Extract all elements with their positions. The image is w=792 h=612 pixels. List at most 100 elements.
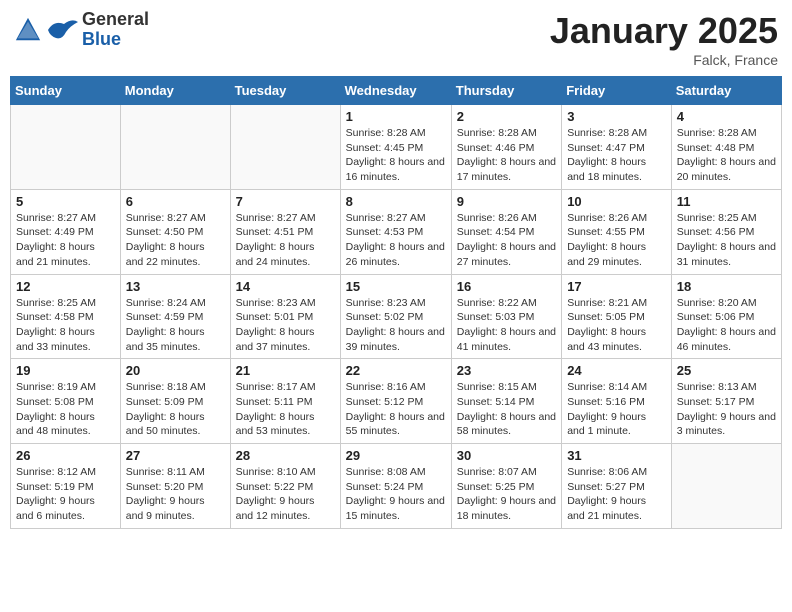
- calendar-week-row: 1Sunrise: 8:28 AM Sunset: 4:45 PM Daylig…: [11, 105, 782, 190]
- calendar-cell: 6 Sunrise: 8:27 AM Sunset: 4:50 PM Daylig…: [120, 189, 230, 274]
- calendar-cell: 9 Sunrise: 8:26 AM Sunset: 4:54 PM Daylig…: [451, 189, 561, 274]
- calendar-cell: 14 Sunrise: 8:23 AM Sunset: 5:01 PM Dayli…: [230, 274, 340, 359]
- day-header-thursday: Thursday: [451, 77, 561, 105]
- day-info: Sunrise: 8:12 AM Sunset: 5:19 PM Dayligh…: [16, 465, 115, 524]
- day-info: Sunrise: 8:19 AM Sunset: 5:08 PM Dayligh…: [16, 380, 115, 439]
- day-header-wednesday: Wednesday: [340, 77, 451, 105]
- day-info: Sunrise: 8:13 AM Sunset: 5:17 PM Dayligh…: [677, 380, 776, 439]
- day-number: 7: [236, 194, 335, 209]
- day-number: 9: [457, 194, 556, 209]
- calendar-week-row: 19 Sunrise: 8:19 AM Sunset: 5:08 PM Dayli…: [11, 359, 782, 444]
- day-info: Sunrise: 8:17 AM Sunset: 5:11 PM Dayligh…: [236, 380, 335, 439]
- day-info: Sunrise: 8:28 AM Sunset: 4:48 PM Dayligh…: [677, 126, 776, 185]
- day-info: Sunrise: 8:24 AM Sunset: 4:59 PM Dayligh…: [126, 296, 225, 355]
- page-header: General Blue January 2025 Falck, France: [10, 10, 782, 68]
- calendar-cell: 21 Sunrise: 8:17 AM Sunset: 5:11 PM Dayli…: [230, 359, 340, 444]
- day-number: 3: [567, 109, 666, 124]
- calendar-cell: 31 Sunrise: 8:06 AM Sunset: 5:27 PM Dayli…: [562, 444, 672, 529]
- day-info: Sunrise: 8:14 AM Sunset: 5:16 PM Dayligh…: [567, 380, 666, 439]
- calendar-cell: 25 Sunrise: 8:13 AM Sunset: 5:17 PM Dayli…: [671, 359, 781, 444]
- day-info: Sunrise: 8:11 AM Sunset: 5:20 PM Dayligh…: [126, 465, 225, 524]
- day-number: 23: [457, 363, 556, 378]
- day-number: 27: [126, 448, 225, 463]
- day-number: 25: [677, 363, 776, 378]
- calendar-cell: 8Sunrise: 8:27 AM Sunset: 4:53 PM Daylig…: [340, 189, 451, 274]
- calendar-cell: 17 Sunrise: 8:21 AM Sunset: 5:05 PM Dayli…: [562, 274, 672, 359]
- calendar-cell: 11Sunrise: 8:25 AM Sunset: 4:56 PM Dayli…: [671, 189, 781, 274]
- calendar-week-row: 5Sunrise: 8:27 AM Sunset: 4:49 PM Daylig…: [11, 189, 782, 274]
- calendar-cell: 18Sunrise: 8:20 AM Sunset: 5:06 PM Dayli…: [671, 274, 781, 359]
- day-info: Sunrise: 8:21 AM Sunset: 5:05 PM Dayligh…: [567, 296, 666, 355]
- day-info: Sunrise: 8:20 AM Sunset: 5:06 PM Dayligh…: [677, 296, 776, 355]
- day-number: 12: [16, 279, 115, 294]
- calendar-week-row: 26 Sunrise: 8:12 AM Sunset: 5:19 PM Dayli…: [11, 444, 782, 529]
- day-header-monday: Monday: [120, 77, 230, 105]
- day-info: Sunrise: 8:06 AM Sunset: 5:27 PM Dayligh…: [567, 465, 666, 524]
- day-info: Sunrise: 8:23 AM Sunset: 5:02 PM Dayligh…: [346, 296, 446, 355]
- calendar-cell: 5Sunrise: 8:27 AM Sunset: 4:49 PM Daylig…: [11, 189, 121, 274]
- calendar-cell: 12 Sunrise: 8:25 AM Sunset: 4:58 PM Dayli…: [11, 274, 121, 359]
- day-info: Sunrise: 8:15 AM Sunset: 5:14 PM Dayligh…: [457, 380, 556, 439]
- title-block: January 2025 Falck, France: [550, 10, 778, 68]
- calendar-cell: 16 Sunrise: 8:22 AM Sunset: 5:03 PM Dayli…: [451, 274, 561, 359]
- calendar-cell: 20 Sunrise: 8:18 AM Sunset: 5:09 PM Dayli…: [120, 359, 230, 444]
- day-header-tuesday: Tuesday: [230, 77, 340, 105]
- calendar-cell: [230, 105, 340, 190]
- day-number: 28: [236, 448, 335, 463]
- calendar-cell: 3 Sunrise: 8:28 AM Sunset: 4:47 PM Daylig…: [562, 105, 672, 190]
- day-number: 22: [346, 363, 446, 378]
- calendar-cell: [120, 105, 230, 190]
- day-number: 21: [236, 363, 335, 378]
- calendar-cell: 26 Sunrise: 8:12 AM Sunset: 5:19 PM Dayli…: [11, 444, 121, 529]
- calendar-cell: 19 Sunrise: 8:19 AM Sunset: 5:08 PM Dayli…: [11, 359, 121, 444]
- day-number: 31: [567, 448, 666, 463]
- day-info: Sunrise: 8:26 AM Sunset: 4:55 PM Dayligh…: [567, 211, 666, 270]
- day-info: Sunrise: 8:23 AM Sunset: 5:01 PM Dayligh…: [236, 296, 335, 355]
- calendar-cell: [671, 444, 781, 529]
- day-number: 2: [457, 109, 556, 124]
- day-info: Sunrise: 8:18 AM Sunset: 5:09 PM Dayligh…: [126, 380, 225, 439]
- calendar-header-row: SundayMondayTuesdayWednesdayThursdayFrid…: [11, 77, 782, 105]
- calendar-cell: 27 Sunrise: 8:11 AM Sunset: 5:20 PM Dayli…: [120, 444, 230, 529]
- day-number: 20: [126, 363, 225, 378]
- calendar-cell: 23 Sunrise: 8:15 AM Sunset: 5:14 PM Dayli…: [451, 359, 561, 444]
- day-info: Sunrise: 8:07 AM Sunset: 5:25 PM Dayligh…: [457, 465, 556, 524]
- calendar-cell: 10 Sunrise: 8:26 AM Sunset: 4:55 PM Dayli…: [562, 189, 672, 274]
- day-info: Sunrise: 8:27 AM Sunset: 4:50 PM Dayligh…: [126, 211, 225, 270]
- day-info: Sunrise: 8:22 AM Sunset: 5:03 PM Dayligh…: [457, 296, 556, 355]
- day-info: Sunrise: 8:08 AM Sunset: 5:24 PM Dayligh…: [346, 465, 446, 524]
- day-number: 10: [567, 194, 666, 209]
- day-info: Sunrise: 8:25 AM Sunset: 4:56 PM Dayligh…: [677, 211, 776, 270]
- day-info: Sunrise: 8:10 AM Sunset: 5:22 PM Dayligh…: [236, 465, 335, 524]
- day-number: 16: [457, 279, 556, 294]
- day-number: 19: [16, 363, 115, 378]
- day-number: 15: [346, 279, 446, 294]
- day-number: 29: [346, 448, 446, 463]
- calendar-cell: 15 Sunrise: 8:23 AM Sunset: 5:02 PM Dayli…: [340, 274, 451, 359]
- day-number: 26: [16, 448, 115, 463]
- calendar-cell: 1Sunrise: 8:28 AM Sunset: 4:45 PM Daylig…: [340, 105, 451, 190]
- calendar-cell: 30Sunrise: 8:07 AM Sunset: 5:25 PM Dayli…: [451, 444, 561, 529]
- calendar-cell: 4 Sunrise: 8:28 AM Sunset: 4:48 PM Daylig…: [671, 105, 781, 190]
- calendar-cell: 2Sunrise: 8:28 AM Sunset: 4:46 PM Daylig…: [451, 105, 561, 190]
- logo-general: General: [82, 10, 149, 30]
- logo-blue: Blue: [82, 30, 149, 50]
- calendar-cell: 7 Sunrise: 8:27 AM Sunset: 4:51 PM Daylig…: [230, 189, 340, 274]
- day-number: 6: [126, 194, 225, 209]
- calendar-cell: 28 Sunrise: 8:10 AM Sunset: 5:22 PM Dayli…: [230, 444, 340, 529]
- day-number: 13: [126, 279, 225, 294]
- logo-icon: [14, 16, 42, 44]
- day-info: Sunrise: 8:16 AM Sunset: 5:12 PM Dayligh…: [346, 380, 446, 439]
- day-number: 4: [677, 109, 776, 124]
- calendar-table: SundayMondayTuesdayWednesdayThursdayFrid…: [10, 76, 782, 529]
- calendar-cell: 24 Sunrise: 8:14 AM Sunset: 5:16 PM Dayli…: [562, 359, 672, 444]
- day-number: 24: [567, 363, 666, 378]
- calendar-week-row: 12 Sunrise: 8:25 AM Sunset: 4:58 PM Dayli…: [11, 274, 782, 359]
- day-number: 14: [236, 279, 335, 294]
- day-info: Sunrise: 8:26 AM Sunset: 4:54 PM Dayligh…: [457, 211, 556, 270]
- day-number: 17: [567, 279, 666, 294]
- day-number: 1: [346, 109, 446, 124]
- day-info: Sunrise: 8:25 AM Sunset: 4:58 PM Dayligh…: [16, 296, 115, 355]
- day-info: Sunrise: 8:27 AM Sunset: 4:51 PM Dayligh…: [236, 211, 335, 270]
- day-info: Sunrise: 8:28 AM Sunset: 4:47 PM Dayligh…: [567, 126, 666, 185]
